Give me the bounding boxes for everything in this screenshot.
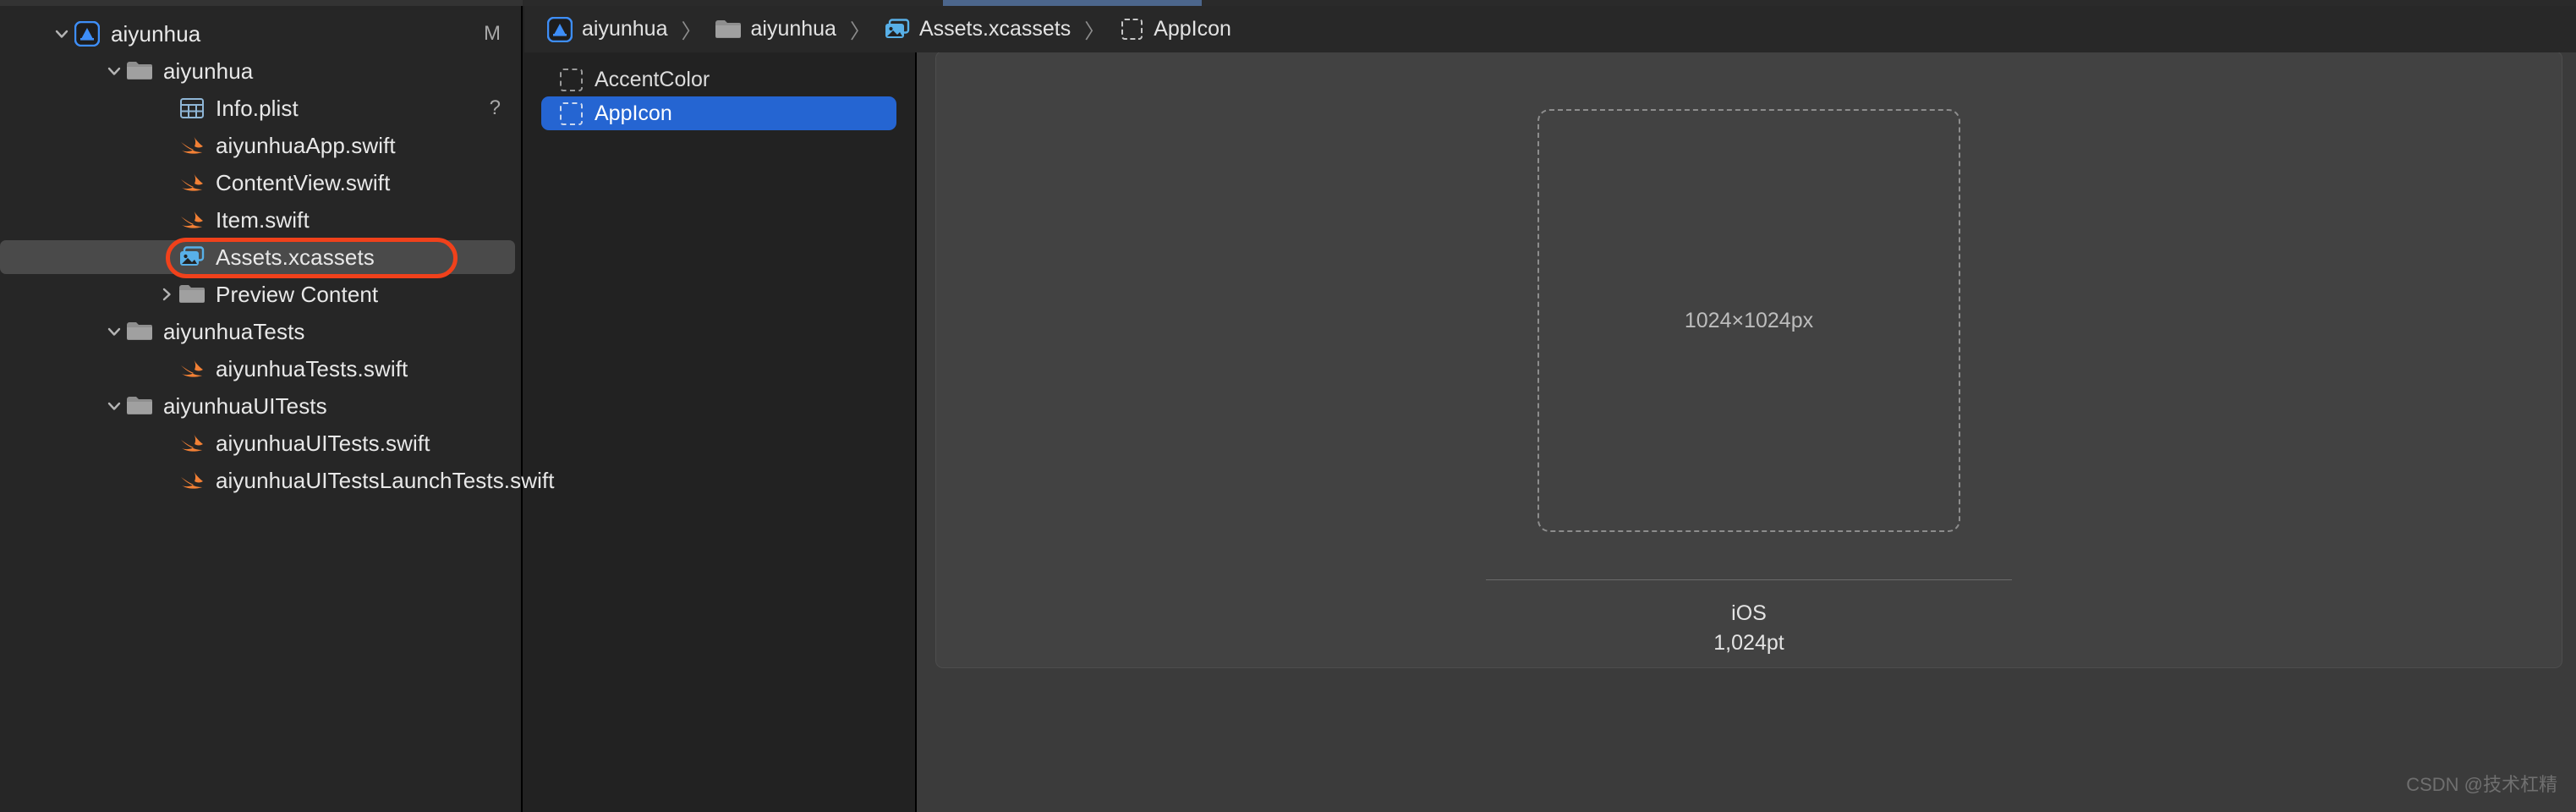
breadcrumb-separator-icon: 〉 [1084,20,1105,43]
icon-caption-divider [1486,579,2012,580]
nav-row-status-badge: ? [489,96,501,119]
chevron-right-icon[interactable] [156,286,178,303]
folder-icon [125,60,154,82]
nav-row-label: Assets.xcassets [216,244,375,270]
nav-row-label: Item.swift [216,206,310,233]
breadcrumb-item-appicon[interactable]: AppIcon [1118,17,1231,41]
assets-icon [884,18,911,41]
breadcrumb-item-assets-xcassets[interactable]: Assets.xcassets [884,17,1071,41]
nav-row-label: aiyunhua [111,20,201,47]
nav-row-aiyunhuatests-swift[interactable]: aiyunhuaTests.swift [0,350,521,387]
asset-item-label: AppIcon [595,101,672,125]
nav-row-aiyunhuauitestslaunchtests-swift[interactable]: aiyunhuaUITestsLaunchTests.swift [0,462,555,499]
breadcrumb-item-label: aiyunhua [750,17,836,41]
breadcrumb-separator-icon: 〉 [849,20,870,43]
tab-strip-navigator-section [0,0,523,6]
asset-item-appicon[interactable]: AppIcon [541,96,896,130]
appicon-slot-size-label: 1024×1024px [1684,308,1814,332]
nav-row-label: aiyunhuaTests [163,318,305,344]
nav-row-label: Info.plist [216,95,299,121]
folder-icon [178,283,206,305]
asset-item-label: AccentColor [595,67,710,91]
xcode-project-icon [546,16,573,42]
nav-row-aiyunhua[interactable]: aiyunhua [0,52,521,90]
chevron-down-icon[interactable] [103,63,125,80]
xcode-project-icon [73,21,101,47]
nav-row-aiyunhuauitests[interactable]: aiyunhuaUITests [0,387,521,425]
asset-item-accentcolor[interactable]: AccentColor [541,63,896,96]
icon-caption: iOS 1,024pt [1713,599,1784,657]
project-navigator[interactable]: aiyunhua Maiyunhua Info.plist? aiyunhuaApp.… [0,0,555,812]
appicon-drop-slot[interactable]: 1024×1024px [1537,109,1960,532]
nav-row-info-plist[interactable]: Info.plist? [0,90,521,127]
icon-pointsize-label: 1,024pt [1713,630,1784,655]
icon-platform-label: iOS [1731,601,1767,625]
nav-row-aiyunhuaapp-swift[interactable]: aiyunhuaApp.swift [0,127,521,164]
nav-row-status-badge: M [484,22,501,45]
nav-row-label: aiyunhuaUITests [163,392,327,419]
nav-row-label: Preview Content [216,281,379,307]
swift-icon [178,469,206,491]
asset-placeholder-icon [560,68,583,91]
nav-row-label: aiyunhuaTests.swift [216,355,408,381]
tab-strip-active-indicator[interactable] [943,0,1202,6]
nav-row-preview-content[interactable]: Preview Content [0,276,521,313]
folder-icon [125,395,154,417]
swift-icon [178,172,206,194]
swift-icon [178,134,206,156]
xcode-window: aiyunhua Maiyunhua Info.plist? aiyunhuaApp.… [0,0,2576,812]
nav-row-assets-xcassets[interactable]: Assets.xcassets [0,239,521,276]
icon-stage: 1024×1024px iOS 1,024pt [936,52,2562,657]
breadcrumb-item-aiyunhua[interactable]: aiyunhua [715,17,836,41]
breadcrumb-item-label: AppIcon [1154,17,1231,41]
breadcrumb-item-label: Assets.xcassets [918,17,1072,41]
editor-tab-strip [0,0,2576,6]
breadcrumb: aiyunhua 〉 aiyunhua 〉 Assets.xcassets 〉 AppIco… [524,6,2576,52]
swift-icon [178,209,206,231]
nav-row-label: ContentView.swift [216,169,391,195]
breadcrumb-separator-icon: 〉 [681,20,702,43]
breadcrumb-item-aiyunhua[interactable]: aiyunhua [546,16,668,42]
nav-row-contentview-swift[interactable]: ContentView.swift [0,164,521,201]
folder-icon [125,321,154,343]
icon-canvas: 1024×1024px iOS 1,024pt [935,51,2562,668]
asset-placeholder-icon [560,102,583,125]
assets-icon [178,246,206,268]
chevron-down-icon[interactable] [51,25,73,42]
nav-row-label: aiyunhuaUITestsLaunchTests.swift [216,467,555,493]
nav-row-item-swift[interactable]: Item.swift [0,201,521,239]
chevron-down-icon[interactable] [103,398,125,414]
asset-placeholder-icon [1118,19,1145,40]
swift-icon [178,432,206,454]
chevron-down-icon[interactable] [103,323,125,340]
nav-row-aiyunhuatests[interactable]: aiyunhuaTests [0,313,521,350]
folder-icon [715,19,742,41]
watermark: CSDN @技术杠精 [2406,774,2557,795]
asset-catalog-list[interactable]: AccentColor AppIcon [523,0,917,812]
nav-row-aiyunhua[interactable]: aiyunhua M [0,15,521,52]
nav-row-label: aiyunhua [163,58,254,84]
breadcrumb-item-label: aiyunhua [582,17,668,41]
swift-icon [178,358,206,380]
nav-row-aiyunhuauitests-swift[interactable]: aiyunhuaUITests.swift [0,425,521,462]
nav-row-label: aiyunhuaApp.swift [216,132,396,158]
nav-row-label: aiyunhuaUITests.swift [216,430,430,456]
asset-editor: AppIcon App Icon 1024×1024px iOS 1,024pt… [917,0,2576,812]
plist-icon [178,97,206,119]
